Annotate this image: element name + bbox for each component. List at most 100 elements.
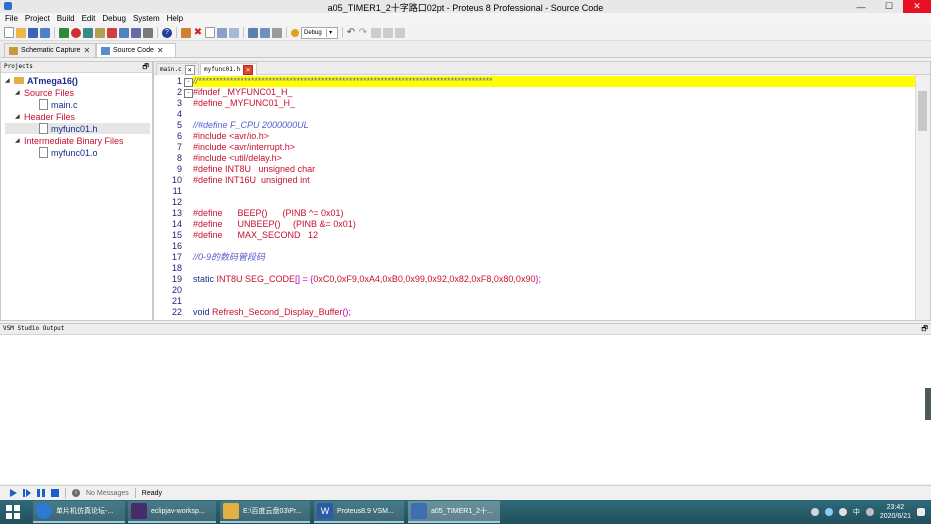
tray-app-icon[interactable] — [810, 508, 819, 516]
open-folder-icon[interactable] — [16, 27, 26, 38]
expand-triangle-icon[interactable]: ◢ — [15, 113, 21, 120]
taskbar-item-explorer[interactable]: E:\百度云盘03\Pr... — [220, 501, 310, 523]
info-icon[interactable]: i — [72, 489, 80, 497]
taskbar-item-browser[interactable]: 单片机仿真论坛-... — [33, 501, 125, 523]
notification-icon[interactable] — [917, 508, 925, 516]
redo-icon[interactable]: ↷ — [359, 27, 369, 38]
debug-icon[interactable] — [291, 28, 299, 37]
scrollbar-thumb[interactable] — [918, 91, 927, 131]
gallery-icon[interactable] — [143, 27, 153, 38]
schematic-icon[interactable] — [107, 27, 117, 38]
taskbar-item-proteus[interactable]: a05_TIMER1_2十... — [408, 501, 500, 523]
code-line[interactable] — [193, 186, 915, 197]
tree-node-myfunc01-h[interactable]: myfunc01.h — [5, 123, 150, 134]
expand-triangle-icon[interactable]: ◢ — [5, 77, 11, 84]
tree-node-root[interactable]: ◢ ATmega16() — [5, 75, 78, 86]
code-line[interactable]: #define _MYFUNC01_H_ — [193, 98, 915, 109]
code-line[interactable] — [193, 241, 915, 252]
close-icon[interactable]: × — [243, 64, 254, 75]
refresh-icon[interactable] — [181, 27, 191, 38]
new-file-icon[interactable] — [4, 27, 14, 38]
rebuild-icon[interactable] — [83, 27, 93, 38]
code-line[interactable]: #ifndef _MYFUNC01_H_ — [193, 87, 915, 98]
menu-file[interactable]: File — [3, 13, 23, 25]
code-line[interactable]: #define UNBEEP() (PINB &= 0x01) — [193, 219, 915, 230]
code-line[interactable]: #include <avr/io.h> — [193, 131, 915, 142]
build-config-select[interactable]: Debug ▾ — [301, 26, 338, 39]
tree-node-myfunc01-o[interactable]: myfunc01.o — [39, 147, 98, 158]
code-line[interactable]: #define INT8U unsigned char — [193, 164, 915, 175]
network-icon[interactable] — [824, 508, 833, 516]
volume-icon[interactable] — [838, 508, 847, 516]
editor-tab-main-c[interactable]: main.c × — [156, 63, 199, 75]
paste-icon[interactable] — [229, 27, 239, 38]
step-simulation-icon[interactable] — [23, 489, 31, 497]
help-icon[interactable]: ? — [162, 27, 172, 38]
menu-project[interactable]: Project — [23, 13, 55, 25]
code-line[interactable] — [193, 197, 915, 208]
vertical-scrollbar[interactable] — [915, 75, 930, 320]
save-all-icon[interactable] — [40, 27, 50, 38]
stop-simulation-icon[interactable] — [51, 489, 59, 497]
paste2-icon[interactable] — [394, 27, 405, 38]
cut-icon[interactable] — [370, 27, 381, 38]
print-icon[interactable] — [272, 27, 282, 38]
replace-icon[interactable] — [260, 27, 270, 38]
tree-node-source-files[interactable]: ◢ Source Files — [15, 87, 74, 98]
code-line[interactable] — [193, 296, 915, 307]
tab-schematic-capture[interactable]: Schematic Capture ✕ — [4, 43, 96, 57]
code-line[interactable]: #define BEEP() (PINB ^= 0x01) — [193, 208, 915, 219]
menu-build[interactable]: Build — [55, 13, 80, 25]
input-method-icon[interactable] — [865, 508, 874, 516]
code-line[interactable] — [193, 263, 915, 274]
pin-icon[interactable]: 🗗 — [142, 62, 149, 72]
save-icon[interactable] — [28, 27, 38, 38]
board-icon[interactable] — [131, 27, 141, 38]
taskbar-item-word[interactable]: W Proteus8.9 VSM... — [314, 501, 404, 523]
delete-icon[interactable]: ✖ — [193, 27, 203, 38]
copy2-icon[interactable] — [382, 27, 393, 38]
build-icon[interactable] — [59, 27, 69, 38]
maximize-button[interactable]: ☐ — [875, 0, 903, 13]
side-dock-handle[interactable] — [925, 388, 931, 420]
expand-triangle-icon[interactable]: ◢ — [15, 89, 21, 96]
messages-count[interactable]: No Messages — [86, 490, 129, 497]
tree-node-intermediate-binary[interactable]: ◢ Intermediate Binary Files — [15, 135, 124, 146]
code-line[interactable] — [193, 109, 915, 120]
input-language[interactable]: 中 — [853, 507, 860, 517]
tree-node-main-c[interactable]: main.c — [39, 99, 78, 110]
close-icon[interactable]: ✕ — [84, 46, 91, 55]
code-line[interactable]: //#define F_CPU 2000000UL — [193, 120, 915, 131]
menu-edit[interactable]: Edit — [80, 13, 101, 25]
windows-start-icon[interactable] — [6, 505, 20, 519]
code-line[interactable]: #define INT16U unsigned int — [193, 175, 915, 186]
menu-debug[interactable]: Debug — [100, 13, 131, 25]
minimize-button[interactable]: — — [847, 0, 875, 13]
code-line[interactable]: #include <util/delay.h> — [193, 153, 915, 164]
editor-tab-myfunc01-h[interactable]: myfunc01.h × — [200, 63, 258, 75]
copy-icon[interactable] — [217, 27, 227, 38]
code-line[interactable]: //**************************************… — [193, 76, 915, 87]
close-icon[interactable]: × — [184, 64, 195, 75]
new-doc-icon[interactable] — [205, 27, 215, 38]
component-icon[interactable] — [95, 27, 105, 38]
tab-source-code[interactable]: Source Code ✕ — [96, 43, 176, 57]
pause-simulation-icon[interactable] — [37, 489, 45, 497]
close-icon[interactable]: ✕ — [157, 46, 164, 55]
menu-system[interactable]: System — [131, 13, 165, 25]
code-area[interactable]: //**************************************… — [193, 75, 915, 320]
expand-triangle-icon[interactable]: ◢ — [15, 137, 21, 144]
pcb-icon[interactable] — [119, 27, 129, 38]
tree-node-header-files[interactable]: ◢ Header Files — [15, 111, 75, 122]
close-button[interactable]: ✕ — [903, 0, 931, 13]
undo-icon[interactable]: ↶ — [347, 27, 357, 38]
stop-build-icon[interactable] — [71, 27, 81, 38]
find-icon[interactable] — [248, 27, 258, 38]
pin-icon[interactable]: 🗗 — [921, 324, 928, 334]
menu-help[interactable]: Help — [165, 13, 188, 25]
code-line[interactable]: #define MAX_SECOND 12 — [193, 230, 915, 241]
run-simulation-icon[interactable] — [10, 489, 17, 497]
fold-toggle-icon[interactable]: - — [184, 78, 193, 87]
code-line[interactable] — [193, 285, 915, 296]
fold-toggle-icon[interactable]: - — [184, 89, 193, 98]
